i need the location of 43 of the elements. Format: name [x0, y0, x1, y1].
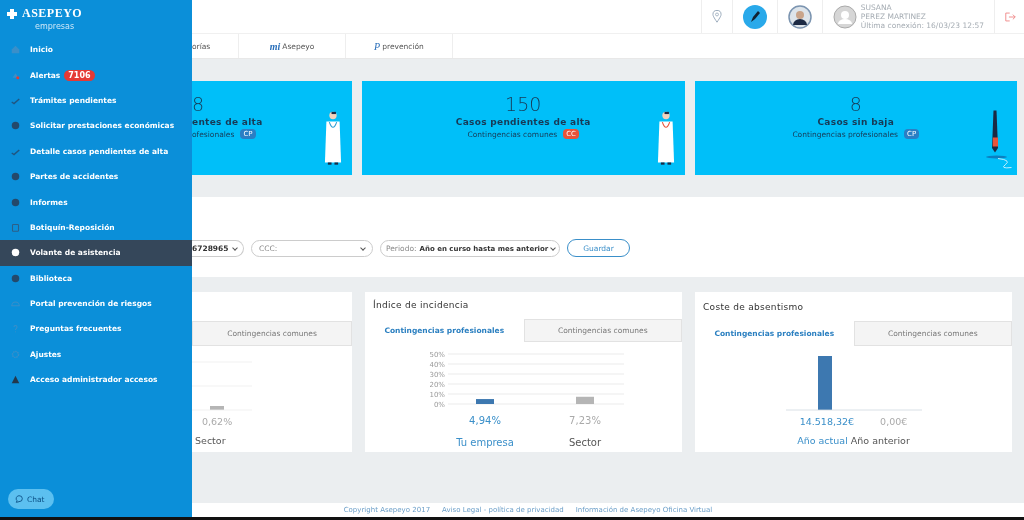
logo-text: ASEPEYO	[22, 6, 83, 21]
case-count: 8	[192, 93, 205, 115]
panel-title: Índice de incidencia	[373, 300, 469, 311]
card-title: entes de alta	[192, 117, 263, 127]
case-count: 150	[505, 93, 542, 115]
value-label: 7,23%	[568, 415, 601, 426]
card-title: Casos sin baja	[817, 117, 895, 127]
category-label: Sector	[568, 437, 601, 448]
pen-icon[interactable]	[742, 4, 767, 29]
dot-icon	[11, 197, 20, 207]
gear-icon	[11, 349, 20, 359]
alert-icon	[11, 70, 20, 80]
location-pin-icon[interactable]	[711, 10, 722, 23]
category-label: Sector	[195, 435, 226, 446]
value-label: 4,94%	[468, 415, 501, 426]
card-title: Casos pendientes de alta	[455, 117, 591, 127]
logo-subtitle: empresas	[34, 22, 76, 31]
user-silhouette-icon[interactable]	[832, 4, 857, 29]
panel-title: Coste de absentismo	[703, 301, 804, 312]
home-icon	[11, 45, 20, 55]
bar	[575, 396, 594, 404]
category-label: Tu empresa	[455, 437, 514, 448]
dot-icon	[11, 248, 20, 258]
bar	[817, 356, 832, 410]
avatar[interactable]	[787, 4, 812, 29]
value-label: 0,00€	[880, 416, 908, 427]
category-label: Año anterior	[850, 435, 910, 446]
speech-bubble-icon	[15, 495, 23, 503]
bar	[210, 406, 224, 410]
dot-icon	[11, 121, 20, 131]
value-label: 0,62%	[202, 416, 233, 427]
category-label: Año actual	[797, 435, 848, 446]
value-label: 14.518,32€	[799, 416, 855, 427]
dot-icon	[11, 172, 20, 182]
bar	[475, 399, 494, 404]
case-count: 8	[849, 93, 862, 115]
kit-icon	[11, 222, 20, 232]
dot-icon	[11, 273, 20, 283]
cross-logo-icon	[7, 8, 17, 19]
alert-count: 7106	[64, 69, 95, 81]
helmet-icon	[11, 299, 20, 309]
warning-icon	[11, 375, 20, 385]
logout-icon[interactable]	[1005, 11, 1016, 22]
